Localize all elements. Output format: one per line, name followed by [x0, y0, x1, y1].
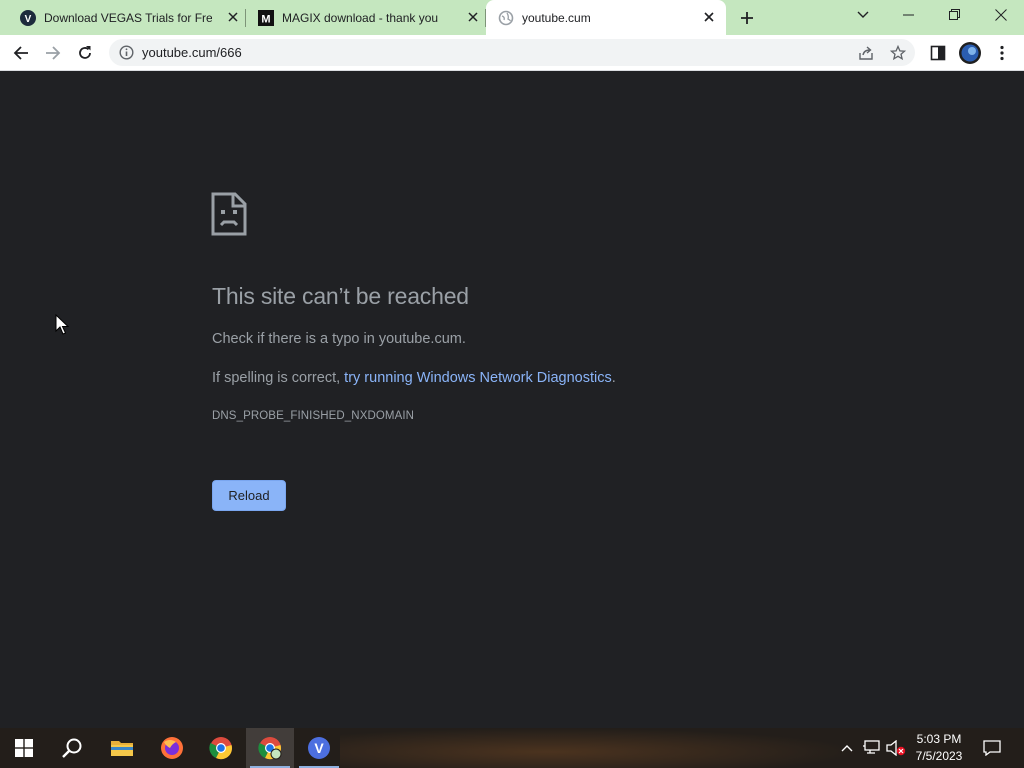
- error-page: This site can’t be reached Check if ther…: [0, 71, 1024, 728]
- error-suggestion-diagnostics: If spelling is correct, try running Wind…: [212, 370, 616, 386]
- arrow-right-icon: [46, 46, 61, 60]
- svg-text:V: V: [25, 14, 32, 25]
- share-icon[interactable]: [857, 44, 875, 62]
- search-icon: [62, 738, 82, 758]
- browser-toolbar: youtube.cum/666: [0, 35, 1024, 71]
- notifications-icon: [983, 740, 1001, 756]
- taskbar-chrome-active[interactable]: [246, 728, 294, 768]
- forward-button[interactable]: [40, 40, 66, 66]
- network-status[interactable]: [860, 728, 882, 768]
- chevron-up-icon: [841, 745, 853, 752]
- magix-m-icon: M: [258, 9, 274, 26]
- close-tab-icon[interactable]: [702, 10, 716, 24]
- chevron-down-icon: [857, 11, 869, 18]
- kebab-menu-icon: [1000, 45, 1004, 61]
- close-icon: [995, 9, 1007, 21]
- mouse-cursor-icon: [55, 314, 69, 335]
- restore-icon: [949, 9, 960, 20]
- network-icon: [863, 740, 880, 754]
- chrome-icon: [209, 737, 232, 760]
- info-icon[interactable]: [119, 45, 134, 60]
- windows-taskbar: V 5:03 PM 7/5/2023: [0, 728, 1024, 768]
- minimize-button[interactable]: [886, 0, 932, 30]
- file-explorer-icon: [111, 741, 133, 756]
- plus-icon: [741, 12, 753, 24]
- wallpaper-glimpse: [340, 728, 860, 768]
- error-title: This site can’t be reached: [212, 283, 469, 309]
- tab-vegas[interactable]: V Download VEGAS Trials for Free |: [0, 0, 246, 35]
- taskbar-file-explorer[interactable]: [98, 728, 146, 768]
- close-tab-icon[interactable]: [466, 10, 480, 24]
- taskbar-search-button[interactable]: [48, 728, 96, 768]
- tab-title: Download VEGAS Trials for Free |: [44, 10, 212, 25]
- close-window-button[interactable]: [978, 0, 1024, 30]
- network-diagnostics-link[interactable]: try running Windows Network Diagnostics: [344, 370, 612, 386]
- reload-button[interactable]: [72, 40, 98, 66]
- taskbar-vegas[interactable]: V: [295, 728, 343, 768]
- new-tab-button[interactable]: [736, 7, 758, 29]
- tab-youtube[interactable]: youtube.cum: [486, 0, 726, 35]
- tab-search-button[interactable]: [840, 0, 886, 30]
- vegas-v-icon: V: [20, 9, 36, 26]
- show-hidden-icons-button[interactable]: [837, 728, 857, 768]
- volume-status[interactable]: [884, 728, 908, 768]
- error-code: DNS_PROBE_FINISHED_NXDOMAIN: [212, 410, 415, 422]
- profile-avatar[interactable]: [957, 40, 983, 66]
- error-suggestion-typo: Check if there is a typo in youtube.cum.: [212, 331, 466, 347]
- volume-muted-icon: [886, 740, 906, 756]
- back-button[interactable]: [8, 40, 34, 66]
- sad-document-icon: [211, 192, 247, 236]
- start-icon: [15, 739, 33, 757]
- globe-icon: [498, 10, 514, 26]
- restore-button[interactable]: [932, 0, 978, 30]
- chrome-active-icon: [258, 737, 282, 760]
- error-suggestion-suffix: .: [611, 370, 616, 386]
- refresh-icon: [79, 46, 91, 59]
- taskbar-firefox[interactable]: [148, 728, 196, 768]
- url-text[interactable]: youtube.cum/666: [142, 45, 242, 60]
- clock-date: 7/5/2023: [915, 749, 963, 763]
- menu-button[interactable]: [989, 40, 1015, 66]
- arrow-left-icon: [13, 46, 28, 60]
- tab-title: MAGIX download - thank you: [282, 10, 439, 25]
- svg-text:M: M: [261, 13, 270, 25]
- side-panel-icon: [930, 45, 946, 61]
- error-suggestion-prefix: If spelling is correct,: [212, 370, 345, 386]
- tab-title: youtube.cum: [522, 10, 591, 25]
- taskbar-clock[interactable]: 5:03 PM 7/5/2023: [906, 731, 972, 765]
- tab-magix[interactable]: M MAGIX download - thank you: [238, 0, 486, 35]
- start-button[interactable]: [0, 728, 48, 768]
- address-bar[interactable]: youtube.cum/666: [109, 39, 915, 66]
- side-panel-button[interactable]: [925, 40, 951, 66]
- firefox-icon: [161, 737, 183, 759]
- tab-strip: V Download VEGAS Trials for Free | M MAG…: [0, 0, 1024, 35]
- minimize-icon: [903, 14, 914, 16]
- reload-page-button[interactable]: Reload: [212, 480, 286, 511]
- avatar-icon: [959, 42, 981, 64]
- svg-text:V: V: [314, 740, 324, 756]
- taskbar-chrome[interactable]: [197, 728, 245, 768]
- action-center-button[interactable]: [978, 728, 1006, 768]
- vegas-icon: V: [308, 737, 330, 759]
- clock-time: 5:03 PM: [916, 732, 962, 746]
- bookmark-star-icon[interactable]: [889, 44, 907, 62]
